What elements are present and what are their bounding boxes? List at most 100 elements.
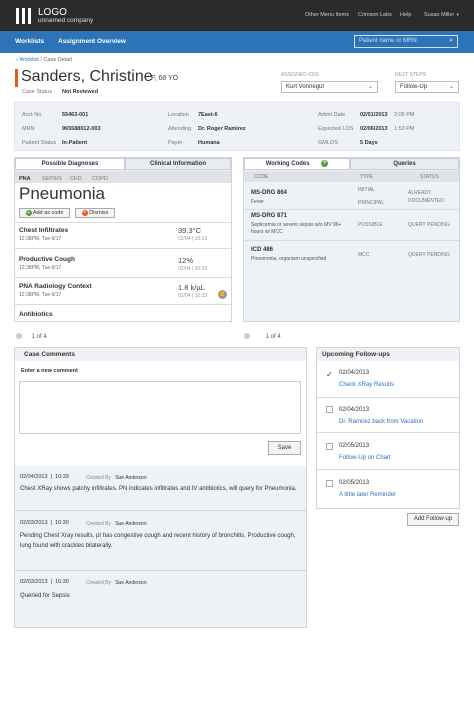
search-icon[interactable]: ⌕ [449,37,453,45]
search-input[interactable]: Patient name or MRN ⌕ [354,35,458,48]
followup-checkbox[interactable] [326,443,333,450]
chevron-down-icon: ⌄ [367,84,373,90]
subtab-sepsis[interactable]: SEPSIS [42,176,62,182]
breadcrumb-back-link[interactable]: ‹ Worklist [16,57,39,63]
comment-textarea[interactable] [19,381,301,434]
gmlos-label: GMLOS [318,140,338,146]
add-followup-button[interactable]: Add Follow-up [407,513,459,526]
enter-comment-label: Enter a new comment [21,368,78,374]
top-link-crimson-labs[interactable]: Crimson Labs [358,12,392,18]
followup-link[interactable]: Dr. Ramirez back from Vacation [339,419,423,425]
diagnoses-pager: 1 of 4 [16,333,47,340]
subtab-copd[interactable]: COPD [92,176,108,182]
top-link-help[interactable]: Help [400,12,411,18]
payer-label: Payer [168,140,183,146]
assigned-cds-label: ASSIGNED CDS [281,72,319,78]
followup-date: 02/04/2013 [339,370,370,376]
chevron-down-icon: ⌄ [448,84,454,90]
case-status-value: Not Reviewed [62,89,99,95]
expected-los-value: 02/06/2013 [360,126,388,132]
attending-value: Dr. Roger Ramirez [198,126,246,132]
breadcrumb-current: Case Detail [43,57,72,63]
subtab-pna[interactable]: PNA [19,176,31,182]
code-desc: Fever [251,199,264,205]
comment-meta: 02/04/2013 | 10:33 [20,474,69,480]
comment-meta: 02/03/2013 | 16:30 [20,520,69,526]
tab-queries[interactable]: Queries [350,158,459,170]
add-as-code-button[interactable]: + Add as code [19,208,70,218]
logo-icon [16,8,32,24]
mrn-label: MRN [22,126,35,132]
user-name: Susan Miller [424,12,455,18]
dismiss-button[interactable]: × Dismiss [75,208,115,218]
divider [317,397,459,398]
case-status-label: Case Status [22,89,52,95]
comment-author: Created By Sue Anderson [86,521,147,527]
code-status: ALREADY [408,190,432,196]
divider [15,304,231,305]
plus-icon: + [25,209,32,216]
evidence-date: 02/04 | 10:33 [178,236,208,242]
save-button[interactable]: Save [268,441,301,455]
case-comments-title: Case Comments [24,351,75,358]
mrn-value: 965588012-003 [62,126,101,132]
location-value: 7East-6 [198,112,218,118]
evidence-value: 12% [178,256,194,265]
chevron-down-icon: ▼ [455,12,460,17]
comment-meta: 02/03/2013 | 16:30 [20,579,69,585]
code-type-2: PRINCIPAL [358,200,385,206]
code-type: POSSIBLE [358,222,383,228]
code-status: QUERY PENDING [408,222,450,228]
add-code-icon[interactable]: + [321,159,329,167]
followup-date: 02/05/2013 [339,480,370,486]
acct-no-value: 55463-001 [62,112,89,118]
followup-link[interactable]: Check XRay Results [339,382,394,388]
checkmark-icon[interactable]: ✓ [326,370,333,379]
user-menu[interactable]: Susan Miller ▼ [424,12,460,18]
followup-checkbox[interactable] [326,480,333,487]
subtab-ckd[interactable]: CKD [70,176,82,182]
admit-time-value: 2:05 PM [394,112,415,118]
followup-date: 02/04/2013 [339,407,370,413]
accent-bar [15,69,18,87]
prev-page-icon[interactable] [244,333,250,339]
divider [15,248,231,249]
code-name: MS-DRG 871 [251,213,288,219]
followup-link[interactable]: Follow-Up on Chart [339,455,391,461]
divider [244,240,459,241]
evidence-timestamp: 12:38PM, Tue 6/17 [19,265,62,271]
cursor-hand-icon[interactable]: ☝ [218,290,227,299]
prev-page-icon[interactable] [16,333,22,339]
code-status: QUERY PENDING [408,252,450,258]
assigned-cds-value: Kurt Vonnegut [286,84,325,90]
followup-checkbox[interactable] [326,406,333,413]
divider [15,277,231,278]
nav-assignment-overview[interactable]: Assignment Overview [58,38,126,45]
evidence-title: Productive Cough [19,256,75,263]
top-link-other-menu[interactable]: Other Menu Items [305,12,349,18]
divider [15,222,231,223]
company-name: unnamed company [38,17,94,24]
tab-possible-diagnoses[interactable]: Possible Diagnoses [15,158,125,170]
location-label: Location [168,112,189,118]
nav-worklists[interactable]: Worklists [15,38,44,45]
col-type: TYPE [360,174,374,180]
attending-label: Attending [168,126,192,132]
tab-clinical-information[interactable]: Clinical Information [125,158,231,170]
patient-name: Sanders, Christine [21,68,153,85]
evidence-value: 1.8 k/µL [178,283,205,292]
followup-link[interactable]: A little later Reminder [339,492,396,498]
dismiss-label: Dismiss [89,210,109,216]
breadcrumb-separator: / [40,57,42,63]
breadcrumb-worklist: Worklist [19,57,39,63]
tab-working-codes[interactable]: Working Codes + [244,158,350,170]
evidence-title: PNA Radiology Context [19,283,92,290]
next-steps-select[interactable]: Follow-Up ⌄ [395,81,459,93]
col-code: CODE [254,174,269,180]
admit-date-label: Admit Date [318,112,346,118]
patient-info: F, 68 YO [151,75,179,82]
assigned-cds-select[interactable]: Kurt Vonnegut ⌄ [281,81,378,93]
patient-status-label: Patient Status [22,140,57,146]
followups-title: Upcoming Follow-ups [322,351,390,358]
code-name: ICD 486 [251,247,274,253]
